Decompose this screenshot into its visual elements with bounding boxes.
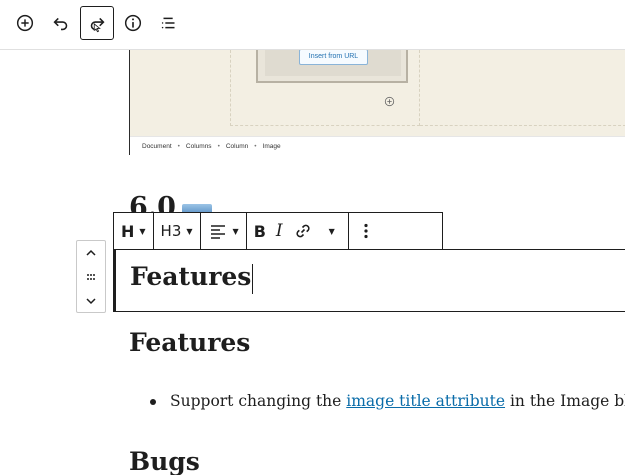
redo-button[interactable]: [80, 6, 114, 40]
block-options-button[interactable]: [351, 213, 381, 249]
bold-button[interactable]: B: [249, 213, 271, 249]
heading-block-icon: H: [121, 221, 135, 241]
chevron-down-icon: ▼: [328, 226, 335, 236]
align-left-icon: [210, 225, 225, 239]
link-icon: [296, 224, 310, 238]
block-mover: [76, 240, 106, 313]
list-text-before: Support changing the: [170, 392, 347, 410]
active-heading-text[interactable]: Features: [130, 262, 251, 291]
redo-icon: [90, 17, 105, 33]
undo-icon: [53, 17, 68, 31]
heading-level-label: H3: [160, 222, 182, 240]
block-switcher-group: H ▼: [114, 213, 154, 249]
block-type-switcher[interactable]: H ▼: [116, 213, 151, 249]
move-up-button[interactable]: [77, 241, 105, 265]
insert-from-url-button: Insert from URL: [299, 50, 368, 65]
selected-heading-block[interactable]: Features: [113, 249, 625, 312]
block-toolbar: H ▼ H3 ▼ ▼ B I ▼: [113, 212, 443, 250]
drag-handle-icon: [87, 274, 95, 280]
list-text-after: in the Image bloc: [509, 392, 625, 410]
chevron-up-icon: [86, 249, 96, 256]
more-rich-text-controls[interactable]: ▼: [318, 213, 346, 249]
embedded-column-outline-2: [420, 50, 625, 126]
align-text-dropdown[interactable]: ▼: [203, 213, 244, 249]
active-heading-text-wrap[interactable]: Features: [130, 262, 254, 294]
heading-level-dropdown[interactable]: H3 ▼: [156, 213, 198, 249]
embedded-breadcrumb: Document • Columns • Column • Image: [130, 136, 625, 155]
more-vertical-icon: [364, 223, 368, 239]
undo-button[interactable]: [44, 6, 78, 40]
move-down-button[interactable]: [77, 289, 105, 313]
text-cursor: [252, 263, 254, 294]
chevron-down-icon: ▼: [186, 226, 193, 236]
bugs-heading[interactable]: Bugs: [129, 447, 200, 475]
image-title-attribute-link[interactable]: image title attribute: [346, 392, 505, 410]
bold-icon: B: [253, 221, 266, 241]
italic-icon: I: [275, 221, 283, 241]
plus-circle-icon: [16, 14, 34, 32]
breadcrumb-item: Image: [262, 143, 281, 150]
bullet-icon: [150, 399, 156, 405]
embedded-canvas: Insert from URL: [130, 50, 625, 136]
info-icon: [124, 14, 142, 32]
drag-handle[interactable]: [77, 265, 105, 289]
breadcrumb-item: Columns: [185, 143, 212, 150]
list-item[interactable]: Support changing the image title attribu…: [150, 392, 625, 410]
list-view-button[interactable]: [152, 6, 186, 40]
breadcrumb-item: Column: [225, 143, 249, 150]
chevron-down-icon: ▼: [139, 226, 146, 236]
plus-circle-icon: [384, 96, 395, 107]
features-heading[interactable]: Features: [129, 328, 250, 357]
editor-top-toolbar: [0, 0, 625, 50]
italic-button[interactable]: I: [271, 213, 288, 249]
chevron-down-icon: ▼: [232, 226, 239, 236]
chevron-down-icon: [86, 298, 96, 305]
details-button[interactable]: [116, 6, 150, 40]
heading-level-group: H3 ▼: [154, 213, 201, 249]
options-group: [349, 213, 383, 249]
add-block-button[interactable]: [8, 6, 42, 40]
alignment-group: ▼: [201, 213, 247, 249]
list-view-icon: [161, 17, 175, 29]
formatting-group: B I ▼: [247, 213, 349, 249]
breadcrumb-item: Document: [142, 143, 172, 150]
embedded-screenshot-image[interactable]: Insert from URL Document • Columns • Column •…: [129, 50, 625, 155]
link-button[interactable]: [288, 213, 318, 249]
